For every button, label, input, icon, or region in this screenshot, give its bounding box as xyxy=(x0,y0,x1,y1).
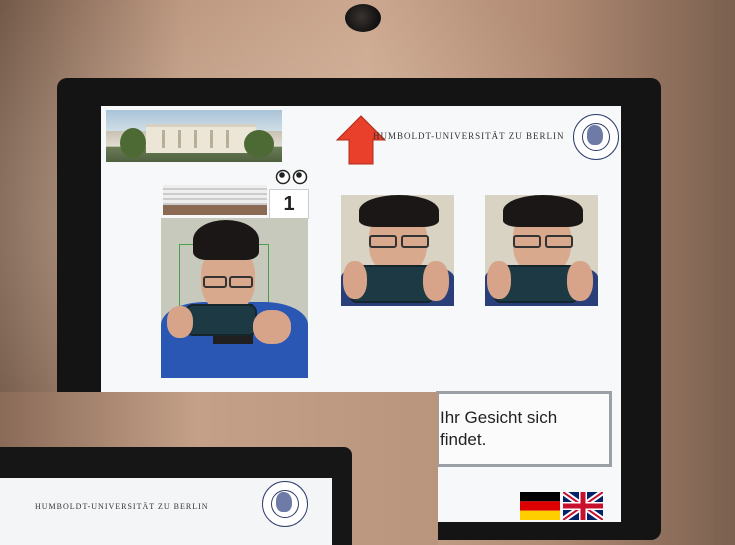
german-flag-icon[interactable] xyxy=(520,492,560,520)
person-hand xyxy=(343,261,367,299)
person-hand xyxy=(487,261,511,299)
countdown-stripe-band xyxy=(163,205,267,215)
uk-flag-icon[interactable] xyxy=(563,492,603,520)
person-glasses xyxy=(203,276,227,288)
inset-university-name: HUMBOLDT-UNIVERSITÄT ZU BERLIN xyxy=(35,502,209,511)
instruction-text: Ihr Gesicht sich findet. xyxy=(440,407,557,451)
tree xyxy=(244,130,274,158)
building-column xyxy=(194,130,197,148)
person-glasses xyxy=(513,235,541,248)
person-glasses xyxy=(369,235,397,248)
person-hand xyxy=(423,261,449,301)
countdown-number: 1 xyxy=(269,189,309,219)
inset-screen: HUMBOLDT-UNIVERSITÄT ZU BERLIN xyxy=(0,478,332,545)
inset-university-seal-icon xyxy=(262,481,308,527)
person-hand xyxy=(167,306,193,338)
seal-portrait xyxy=(276,492,292,512)
person-hand xyxy=(567,261,593,301)
person-glasses xyxy=(229,276,253,288)
live-camera-view xyxy=(161,218,308,378)
kiosk-camera-lens xyxy=(345,4,381,32)
instruction-line-2: findet. xyxy=(440,430,487,449)
person-hair xyxy=(193,220,259,260)
captured-photo-1 xyxy=(341,195,454,306)
university-building-photo xyxy=(106,110,282,162)
seal-portrait xyxy=(587,125,603,145)
building-column xyxy=(178,130,181,148)
instruction-line-1: Ihr Gesicht sich xyxy=(440,408,558,427)
person-phone xyxy=(185,304,257,336)
person-hair xyxy=(359,195,439,227)
captured-photo-2 xyxy=(485,195,598,306)
tree xyxy=(120,128,146,158)
university-seal-icon xyxy=(573,114,619,160)
eyes-icon xyxy=(275,169,308,185)
person-hair xyxy=(503,195,583,227)
building-column xyxy=(226,130,229,148)
university-name: HUMBOLDT-UNIVERSITÄT ZU BERLIN xyxy=(373,131,565,141)
building-column xyxy=(210,130,213,148)
overlay-photo-inset: HUMBOLDT-UNIVERSITÄT ZU BERLIN xyxy=(0,392,438,545)
person-glasses xyxy=(401,235,429,248)
building-column xyxy=(162,130,165,148)
countdown-area: 1 xyxy=(163,169,310,219)
person-hand xyxy=(253,310,291,344)
person-glasses xyxy=(545,235,573,248)
